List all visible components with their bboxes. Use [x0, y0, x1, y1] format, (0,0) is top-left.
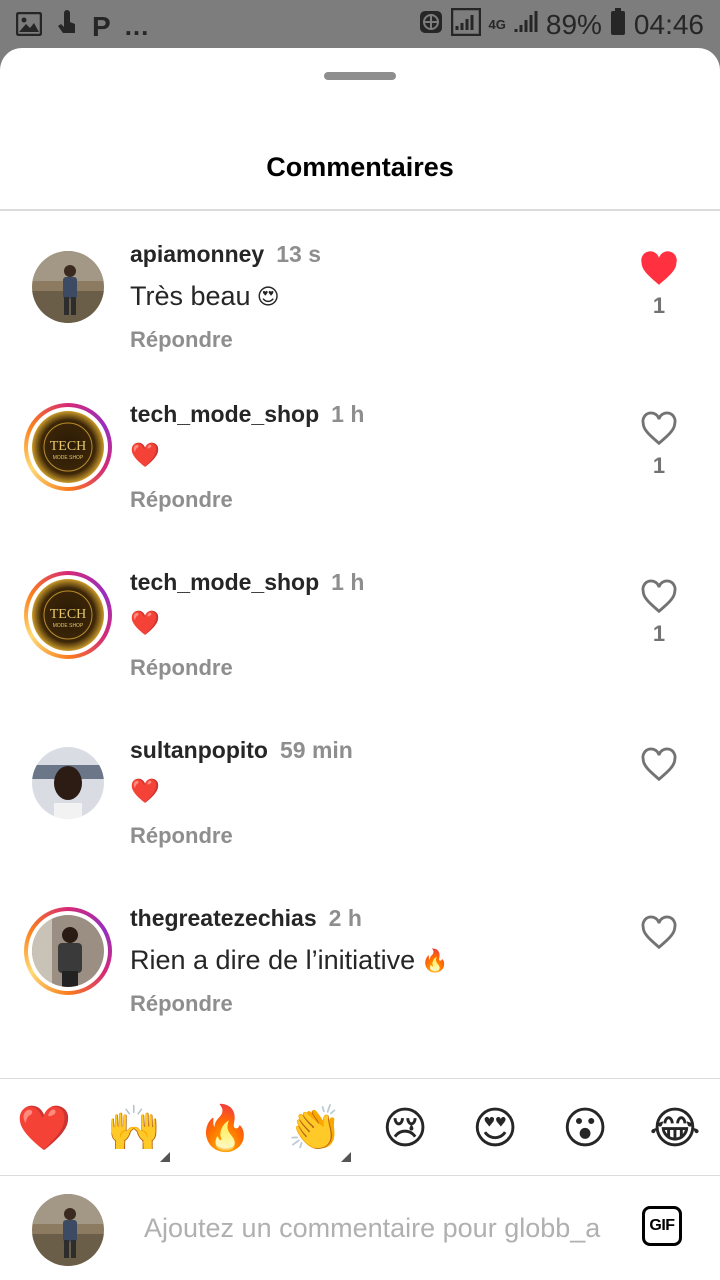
svg-text:MODE SHOP: MODE SHOP	[53, 455, 84, 461]
divider	[0, 209, 720, 211]
comment-emoji: ❤️	[130, 610, 160, 637]
like-count: 1	[652, 453, 666, 478]
parking-icon: P	[92, 10, 111, 42]
reply-button[interactable]: Répondre	[130, 327, 233, 353]
comment-body: Très beau	[130, 281, 251, 311]
quick-reaction-bar: ❤️ 🙌 🔥 👏 😢 😍 😮 😂	[0, 1079, 720, 1175]
comment-time: 13 s	[276, 241, 321, 267]
avatar-photo: TECH MODE SHOP	[32, 579, 104, 651]
network-type: 4G	[488, 17, 506, 32]
comment-emoji: ❤️	[130, 442, 160, 469]
comment-emoji: 😍	[256, 283, 280, 309]
status-bar: P ... 4G 89% 04:46	[0, 0, 720, 50]
comment-input[interactable]	[144, 1206, 608, 1250]
comment-item: thegreatezechias 2 h Rien a dire de l’ini…	[0, 905, 720, 1047]
clock: 04:46	[633, 8, 704, 40]
gallery-icon	[15, 11, 43, 41]
like-count: 1	[652, 621, 666, 646]
emoji-laughing[interactable]: 😂	[647, 1101, 703, 1157]
avatar[interactable]	[24, 243, 112, 331]
avatar-photo	[32, 747, 104, 819]
comment-username[interactable]: tech_mode_shop 1 h	[130, 569, 364, 596]
comment-time: 1 h	[331, 401, 365, 427]
reply-button[interactable]: Répondre	[130, 487, 233, 513]
emoji-heart[interactable]: ❤️	[16, 1101, 72, 1157]
comment-text: Très beau 😍	[130, 281, 280, 312]
emoji-fire[interactable]: 🔥	[197, 1101, 253, 1157]
comment-emoji: 🔥	[421, 947, 449, 973]
reply-button[interactable]: Répondre	[130, 823, 233, 849]
comment-item: sultanpopito 59 min ❤️ Répondre	[0, 737, 720, 879]
username-text[interactable]: apiamonney	[130, 241, 264, 267]
avatar-photo: TECH MODE SHOP	[32, 411, 104, 483]
username-text[interactable]: tech_mode_shop	[130, 569, 319, 595]
sheet-title: Commentaires	[266, 152, 454, 182]
skin-tone-indicator-icon	[341, 1152, 351, 1162]
avatar-with-story[interactable]: TECH MODE SHOP	[24, 403, 112, 491]
signal-icon	[514, 10, 538, 39]
heart-filled-icon[interactable]	[640, 251, 678, 287]
emoji-surprised[interactable]: 😮	[557, 1101, 613, 1157]
svg-text:TECH: TECH	[50, 439, 87, 454]
emoji-raised-hands[interactable]: 🙌	[106, 1101, 162, 1157]
comment-username[interactable]: thegreatezechias 2 h	[130, 905, 362, 932]
touch-icon	[56, 10, 78, 43]
comment-text: ❤️	[130, 441, 160, 470]
emoji-clap[interactable]: 👏	[287, 1101, 343, 1157]
comment-time: 1 h	[331, 569, 365, 595]
svg-text:MODE SHOP: MODE SHOP	[53, 623, 84, 629]
avatar-with-story[interactable]: TECH MODE SHOP	[24, 571, 112, 659]
drag-handle[interactable]	[324, 72, 396, 80]
comment-text: ❤️	[130, 777, 160, 806]
username-text[interactable]: sultanpopito	[130, 737, 268, 763]
heart-outline-icon[interactable]	[640, 411, 678, 447]
username-text[interactable]: thegreatezechias	[130, 905, 317, 931]
comment-time: 2 h	[328, 905, 362, 931]
heart-outline-icon[interactable]	[640, 915, 678, 951]
comment-text: Rien a dire de l’initiative 🔥	[130, 945, 449, 976]
avatar-photo	[32, 915, 104, 987]
emoji-heart-eyes[interactable]: 😍	[467, 1101, 523, 1157]
skin-tone-indicator-icon	[160, 1152, 170, 1162]
comment-emoji: ❤️	[130, 778, 160, 805]
avatar-with-story[interactable]	[24, 907, 112, 995]
reply-button[interactable]: Répondre	[130, 991, 233, 1017]
comment-username[interactable]: apiamonney 13 s	[130, 241, 321, 268]
battery-icon	[610, 8, 626, 41]
more-notifications: ...	[124, 11, 150, 41]
username-text[interactable]: tech_mode_shop	[130, 401, 319, 427]
battery-percent: 89%	[545, 8, 602, 40]
comment-body: Rien a dire de l’initiative	[130, 945, 416, 975]
comment-username[interactable]: tech_mode_shop 1 h	[130, 401, 364, 428]
gif-button[interactable]: GIF	[642, 1206, 682, 1246]
comment-item: TECH MODE SHOP tech_mode_shop 1 h ❤️ Répo…	[0, 401, 720, 543]
signal-box-icon	[450, 7, 481, 41]
comment-time: 59 min	[279, 737, 353, 763]
comment-text: ❤️	[130, 609, 160, 638]
globe-icon	[419, 10, 443, 39]
reply-button[interactable]: Répondre	[130, 655, 233, 681]
comment-username[interactable]: sultanpopito 59 min	[130, 737, 353, 764]
avatar-photo	[32, 251, 104, 323]
like-count: 1	[652, 293, 666, 318]
avatar[interactable]	[24, 739, 112, 827]
own-avatar	[32, 1194, 104, 1266]
comment-item: TECH MODE SHOP tech_mode_shop 1 h ❤️ Répo…	[0, 569, 720, 711]
heart-outline-icon[interactable]	[640, 747, 678, 783]
comment-item: apiamonney 13 s Très beau 😍 Répondre 1	[0, 241, 720, 383]
emoji-crying[interactable]: 😢	[377, 1101, 433, 1157]
svg-text:TECH: TECH	[50, 607, 87, 622]
comment-composer: GIF	[0, 1176, 720, 1280]
heart-outline-icon[interactable]	[640, 579, 678, 615]
